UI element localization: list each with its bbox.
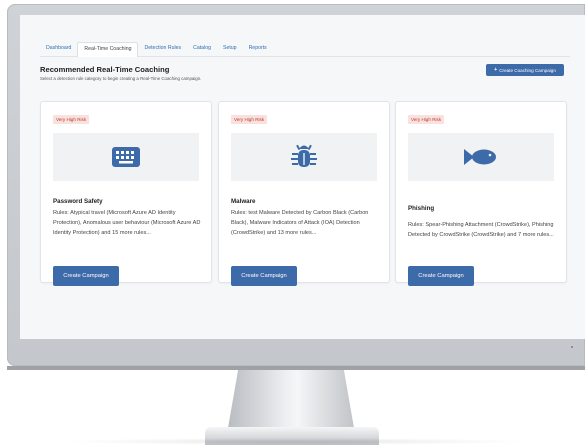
card-malware: Very High Risk Malware Rules: test Malwa… [218,101,390,286]
monitor-stand [228,370,354,428]
card-banner [408,133,554,181]
bug-icon [291,144,317,167]
create-campaign-label: Create Campaign [63,273,109,279]
tab-bar: Dashboard Real-Time Coaching Detection R… [40,42,570,57]
risk-badge: Very High Risk [53,115,90,124]
risk-badge: Very High Risk [408,115,445,124]
card-title: Phishing [408,205,435,212]
create-campaign-label: Create Campaign [418,273,464,279]
create-campaign-label: Create Campaign [241,273,287,279]
create-coaching-campaign-button[interactable]: + Create Coaching Campaign [486,64,564,76]
stand-shadow [60,438,530,445]
card-password-safety: Very High Risk Password Safety Rules: At… [40,101,212,286]
card-title: Password Safety [53,198,103,205]
tab-dashboard[interactable]: Dashboard [40,42,77,56]
card-title: Malware [231,198,256,205]
risk-badge: Very High Risk [231,115,268,124]
tab-reports[interactable]: Reports [243,42,273,56]
card-rules: Rules: Spear-Phishing Attachment (CrowdS… [408,222,554,238]
create-coaching-campaign-label: Create Coaching Campaign [499,67,556,73]
power-indicator [571,346,573,348]
tab-detection-rules[interactable]: Detection Rules [138,42,187,56]
card-phishing: Very High Risk Phishing Rules: Spear-Phi… [395,101,567,286]
tab-real-time-coaching[interactable]: Real-Time Coaching [77,42,139,57]
create-campaign-button[interactable]: Create Campaign [408,266,474,286]
keyboard-icon [112,147,140,167]
card-banner [53,133,199,181]
plus-icon: + [494,67,498,73]
create-campaign-button[interactable]: Create Campaign [231,266,297,286]
monitor-chin [7,366,585,370]
tab-catalog[interactable]: Catalog [187,42,217,56]
fish-icon [464,149,496,165]
card-rules: Rules: test Malware Detected by Carbon B… [231,210,369,236]
create-campaign-button[interactable]: Create Campaign [53,266,119,286]
card-rules: Rules: Atypical travel (Microsoft Azure … [53,210,201,236]
page-subtitle: Select a detection rule category to begi… [40,76,202,81]
page-title: Recommended Real-Time Coaching [40,65,170,74]
card-banner [231,133,377,181]
screen: Dashboard Real-Time Coaching Detection R… [20,15,585,339]
tab-setup[interactable]: Setup [217,42,243,56]
